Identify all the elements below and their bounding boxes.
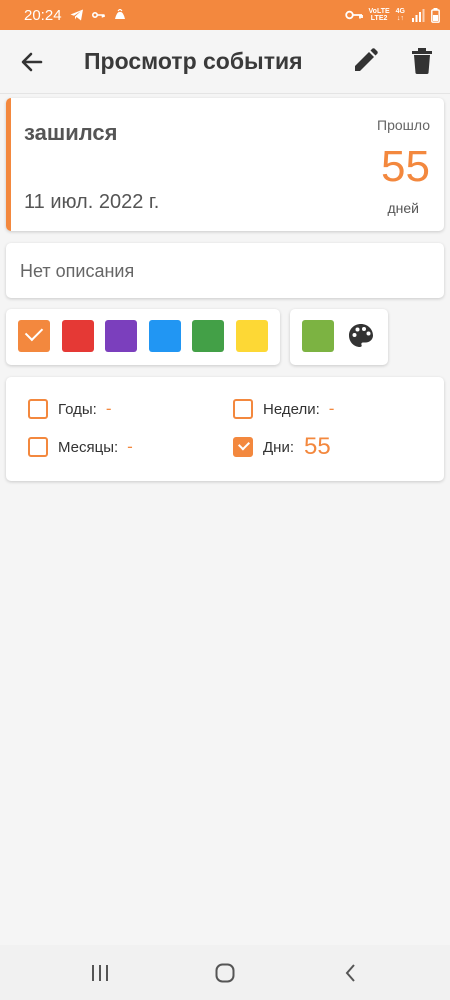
event-description: Нет описания — [20, 261, 135, 281]
color-swatch[interactable] — [105, 320, 137, 352]
days-value: 55 — [304, 433, 331, 460]
unit-years[interactable]: Годы: - — [28, 399, 112, 419]
unit-weeks[interactable]: Недели: - — [233, 399, 334, 419]
days-checkbox[interactable] — [233, 437, 253, 457]
key-icon — [91, 11, 105, 19]
days-unit-label: дней — [387, 200, 419, 216]
notification-icon — [113, 8, 127, 22]
years-value: - — [105, 399, 112, 418]
event-title: зашился — [24, 120, 118, 145]
days-count: 55 — [381, 142, 430, 191]
app-bar: Просмотр события — [0, 30, 450, 94]
volte-indicator: VoLTE LTE2 — [368, 8, 390, 22]
units-card: Годы: - Недели: - Месяцы: - Дни: 55 — [6, 377, 444, 481]
event-card: зашился 11 июл. 2022 г. Прошло 55 дней — [6, 98, 444, 231]
color-swatch[interactable] — [192, 320, 224, 352]
passed-label: Прошло — [377, 117, 430, 133]
color-swatch[interactable] — [235, 320, 268, 352]
system-nav-bar — [0, 945, 450, 1000]
unit-months[interactable]: Месяцы: - — [28, 437, 133, 457]
event-date: 11 июл. 2022 г. — [24, 191, 160, 213]
months-label: Месяцы: — [58, 438, 119, 456]
color-swatch[interactable] — [18, 320, 50, 352]
recent-apps-icon[interactable] — [88, 961, 112, 985]
months-checkbox[interactable] — [28, 437, 48, 457]
network-4g-indicator: 4G ↓↑ — [395, 8, 405, 22]
back-arrow-icon[interactable] — [18, 48, 46, 76]
description-card: Нет описания — [6, 243, 444, 298]
status-bar: 20:24 VoLTE LTE2 4G ↓↑ — [0, 0, 450, 30]
telegram-icon — [70, 9, 84, 21]
home-icon[interactable] — [213, 961, 237, 985]
delete-trash-icon[interactable] — [410, 48, 434, 74]
years-label: Годы: — [58, 400, 97, 418]
custom-color-card — [290, 309, 388, 365]
palette-icon[interactable] — [348, 323, 374, 349]
event-accent-bar — [6, 98, 11, 231]
color-swatch[interactable] — [148, 320, 181, 352]
days-label: Дни: — [263, 438, 294, 456]
weeks-value: - — [328, 399, 335, 418]
years-checkbox[interactable] — [28, 399, 48, 419]
weeks-label: Недели: — [263, 400, 320, 418]
custom-color-swatch[interactable] — [302, 320, 334, 352]
color-swatch[interactable] — [61, 320, 94, 352]
status-time: 20:24 — [24, 6, 62, 24]
unit-days[interactable]: Дни: 55 — [233, 433, 331, 461]
weeks-checkbox[interactable] — [233, 399, 253, 419]
signal-icon — [411, 8, 425, 22]
color-picker — [6, 309, 280, 365]
vpn-key-icon — [344, 10, 363, 20]
battery-icon — [431, 7, 440, 23]
edit-pencil-icon[interactable] — [352, 48, 378, 74]
back-nav-icon[interactable] — [339, 961, 363, 985]
selected-check-icon — [24, 322, 44, 342]
page-title: Просмотр события — [84, 48, 303, 74]
months-value: - — [127, 437, 133, 456]
